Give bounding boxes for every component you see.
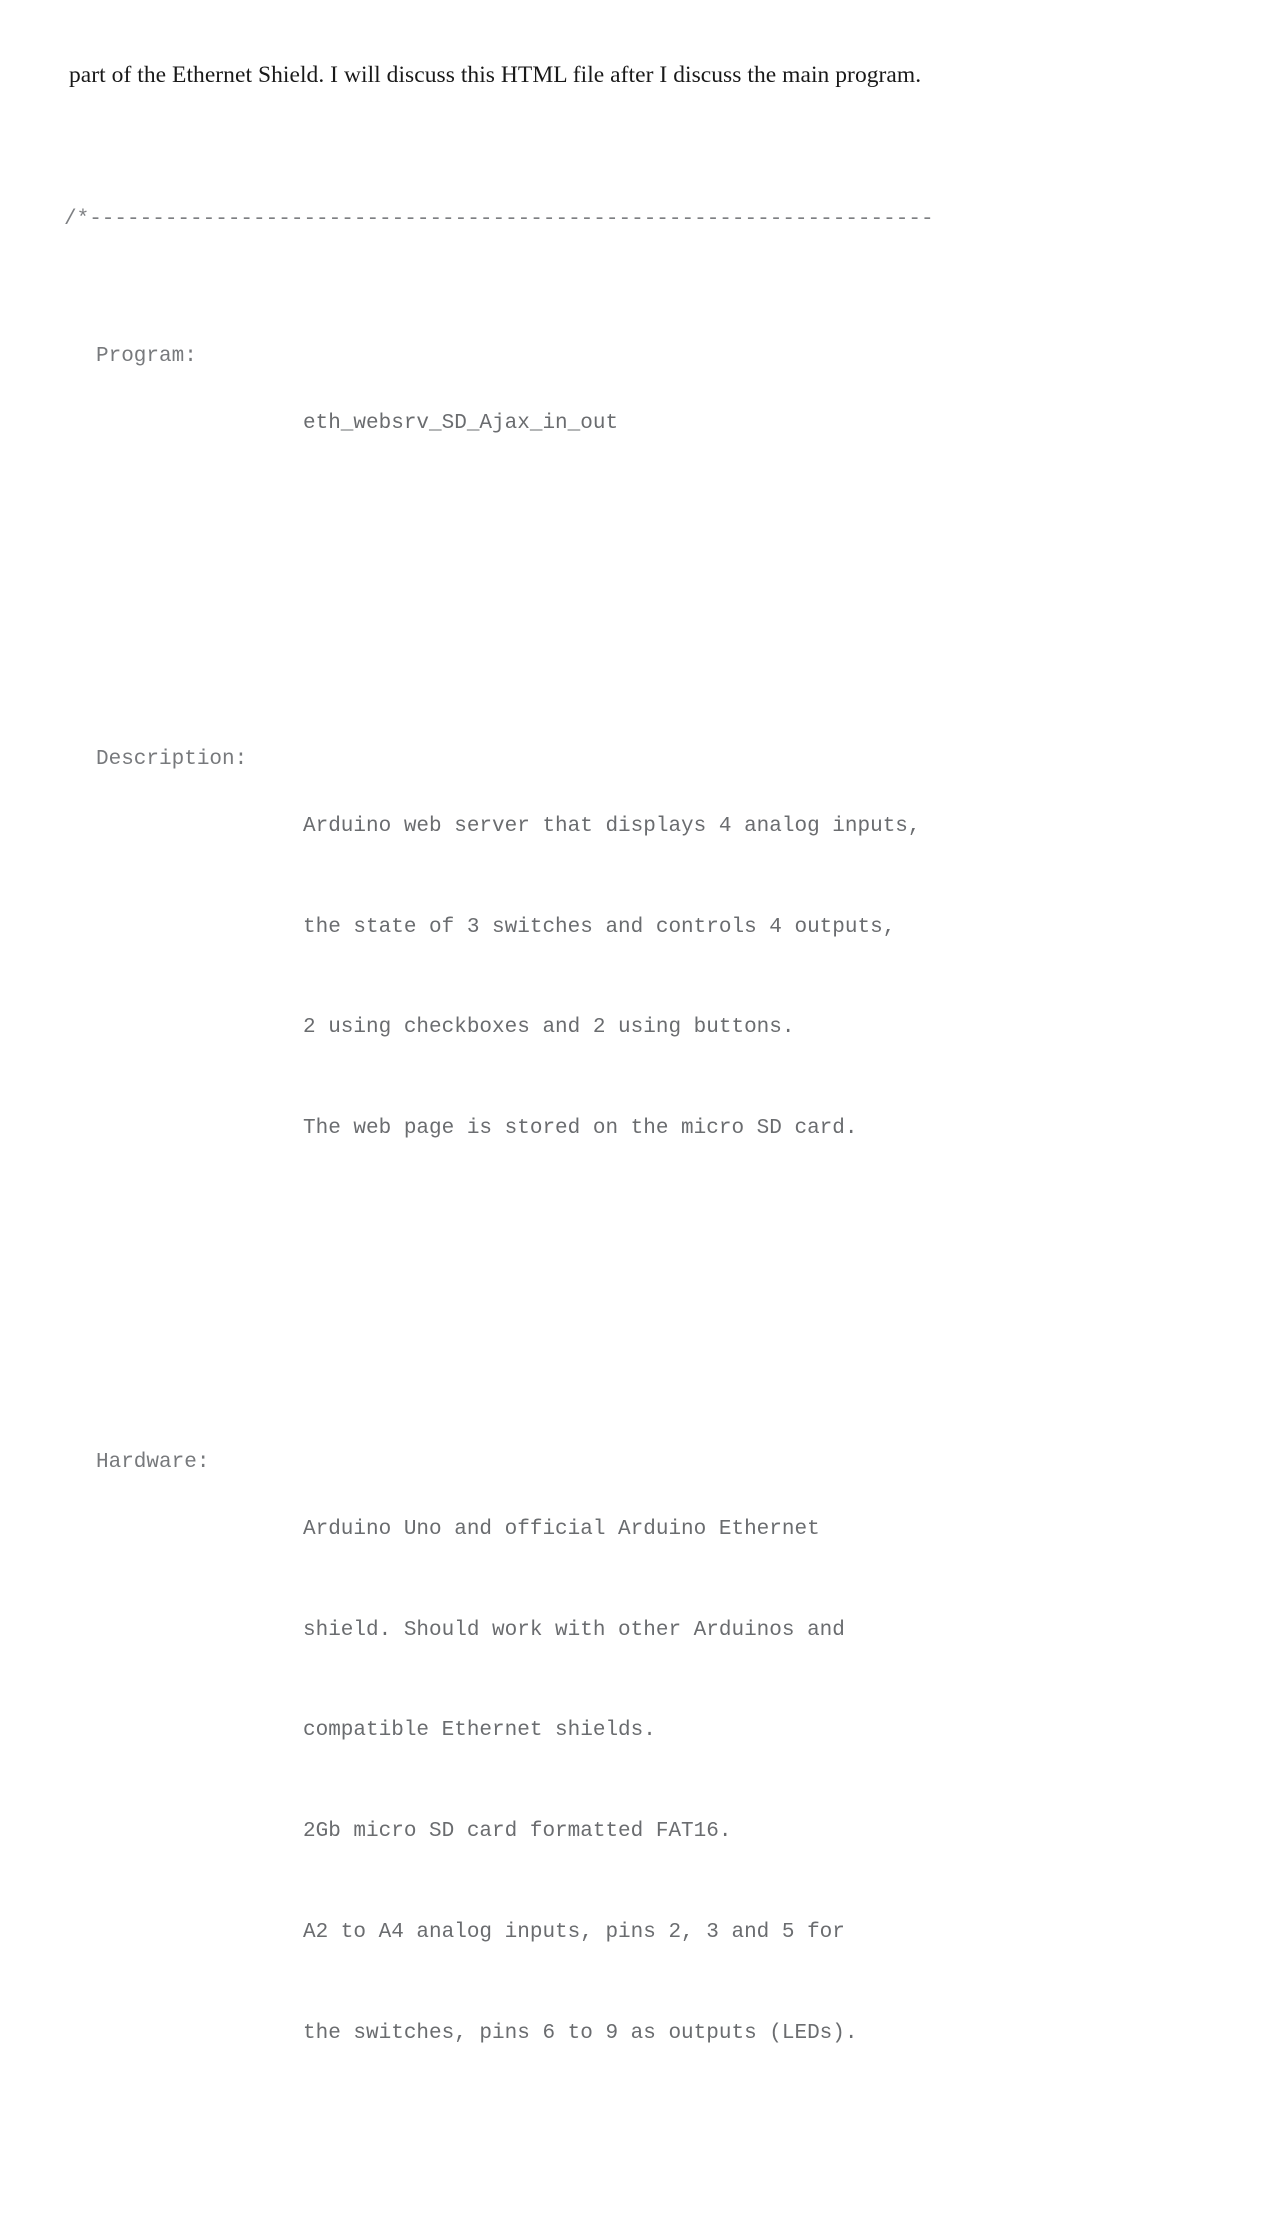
- comment-line: 2Gb micro SD card formatted FAT16.: [303, 1820, 732, 1844]
- document-page: part of the Ethernet Shield. I will disc…: [0, 0, 1280, 2045]
- comment-label-hardware: Hardware:: [96, 1450, 210, 1474]
- comment-line: eth_websrv_SD_Ajax_in_out: [303, 411, 619, 435]
- comment-label-program: Program:: [96, 344, 197, 368]
- comment-line: compatible Ethernet shields.: [303, 1719, 656, 1743]
- comment-line: Arduino Uno and official Arduino Etherne…: [303, 1517, 820, 1541]
- comment-entry-hardware: Hardware: Arduino Uno and official Ardui…: [64, 1446, 1094, 2118]
- comment-opening-rule: /*--------------------------------------…: [64, 207, 934, 231]
- comment-line: shield. Should work with other Arduinos …: [303, 1618, 845, 1642]
- comment-entry-program: Program: eth_websrv_SD_Ajax_in_out: [64, 340, 1094, 508]
- comment-value-hardware: Arduino Uno and official Arduino Etherne…: [303, 1446, 1094, 2118]
- comment-line: 2 using checkboxes and 2 using buttons.: [303, 1016, 795, 1040]
- code-comment-block: /*--------------------------------------…: [64, 104, 1094, 2218]
- comment-line: the state of 3 switches and controls 4 o…: [303, 915, 896, 939]
- comment-line: A2 to A4 analog inputs, pins 2, 3 and 5 …: [303, 1920, 845, 1944]
- comment-entry-description: Description: Arduino web server that dis…: [64, 743, 1094, 1213]
- comment-gap-2: [64, 1314, 1094, 1345]
- comment-value-program: eth_websrv_SD_Ajax_in_out: [303, 340, 1094, 508]
- body-paragraph: part of the Ethernet Shield. I will disc…: [69, 62, 922, 88]
- comment-gap-1: [64, 608, 1094, 642]
- comment-line: Arduino web server that displays 4 analo…: [303, 814, 921, 838]
- comment-line: The web page is stored on the micro SD c…: [303, 1117, 858, 1141]
- comment-line: the switches, pins 6 to 9 as outputs (LE…: [303, 2021, 858, 2045]
- comment-value-description: Arduino web server that displays 4 analo…: [303, 743, 1094, 1213]
- comment-label-description: Description:: [96, 747, 248, 771]
